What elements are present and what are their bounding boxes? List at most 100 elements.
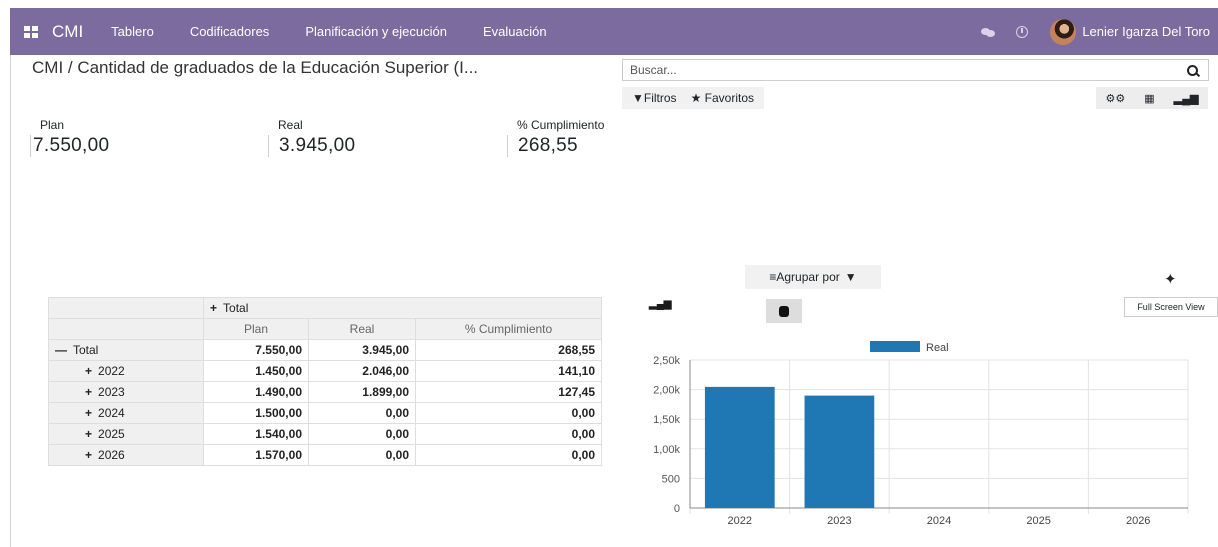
search-options: ▼Filtros ★ Favoritos	[622, 87, 765, 109]
expand-icon: +	[85, 427, 93, 441]
kpi-label: % Cumplimiento	[517, 118, 605, 132]
search-input[interactable]: Buscar...	[623, 63, 1187, 77]
cell-pct[interactable]: 141,10	[415, 360, 602, 382]
database-icon	[779, 305, 789, 317]
kpi-label: Real	[278, 118, 303, 132]
menu-evaluacion[interactable]: Evaluación	[483, 24, 547, 39]
dashboard-view-icon[interactable]: ⚙⚙	[1106, 92, 1126, 105]
cell-real[interactable]: 0,00	[308, 423, 416, 445]
expand-icon: +	[85, 385, 93, 399]
measure-header[interactable]: % Cumplimiento	[415, 318, 602, 340]
apps-menu-icon[interactable]	[24, 25, 38, 38]
expand-icon: +	[85, 448, 93, 462]
y-tick-label: 2,50k	[653, 355, 680, 367]
fullscreen-tooltip: Full Screen View	[1124, 297, 1218, 317]
cell-real[interactable]: 3.945,00	[308, 339, 416, 361]
table-row: +2022 1.450,00 2.046,00 141,10	[48, 360, 602, 382]
row-header[interactable]: +2022	[48, 360, 204, 382]
search-box[interactable]: Buscar...	[622, 59, 1209, 81]
menu-codificadores[interactable]: Codificadores	[190, 24, 270, 39]
table-row: +2024 1.500,00 0,00 0,00	[48, 402, 602, 424]
y-tick-label: 500	[662, 473, 680, 485]
x-tick-label: 2024	[927, 515, 951, 527]
cell-plan[interactable]: 1.450,00	[203, 360, 309, 382]
breadcrumb: CMI / Cantidad de graduados de la Educac…	[32, 58, 479, 77]
y-tick-label: 1,50k	[653, 414, 680, 426]
pivot-table: + Total Plan Real % Cumplimiento — Total 7…	[48, 297, 602, 466]
cell-pct[interactable]: 268,55	[415, 339, 602, 361]
measure-header[interactable]: Real	[308, 318, 416, 340]
activity-clock-icon[interactable]	[1016, 25, 1029, 38]
content-left-border	[10, 55, 11, 547]
pivot-corner	[48, 297, 204, 319]
kpi-value: 268,55	[507, 135, 604, 157]
table-row: — Total 7.550,00 3.945,00 268,55	[48, 339, 602, 361]
pivot-col-header-total[interactable]: + Total	[203, 297, 602, 319]
menu-tablero[interactable]: Tablero	[111, 24, 154, 39]
menu-planificacion[interactable]: Planificación y ejecución	[305, 24, 447, 39]
app-brand[interactable]: CMI	[52, 22, 83, 42]
kpi-label: Plan	[40, 118, 65, 132]
kpi-real: Real 3.945,00	[268, 118, 355, 157]
favorites-button[interactable]: ★ Favoritos	[691, 91, 754, 105]
cell-real[interactable]: 0,00	[308, 402, 416, 424]
cell-pct[interactable]: 127,45	[415, 381, 602, 403]
cell-pct[interactable]: 0,00	[415, 444, 602, 466]
search-icon[interactable]	[1187, 64, 1198, 76]
y-tick-label: 0	[674, 503, 680, 515]
x-tick-label: 2023	[827, 515, 851, 527]
cell-real[interactable]: 0,00	[308, 444, 416, 466]
top-navbar: CMI Tablero Codificadores Planificación …	[10, 8, 1218, 55]
table-row: +2026 1.570,00 0,00 0,00	[48, 444, 602, 466]
expand-icon: +	[210, 301, 218, 315]
row-header[interactable]: +2026	[48, 444, 204, 466]
x-tick-label: 2022	[728, 515, 752, 527]
stacked-toggle-button[interactable]	[766, 299, 802, 323]
star-icon: ★	[690, 91, 702, 105]
kpi-cumplimiento: % Cumplimiento 268,55	[507, 118, 604, 157]
x-tick-label: 2026	[1126, 515, 1150, 527]
row-header-total[interactable]: — Total	[48, 339, 204, 361]
caret-down-icon: ▼	[844, 270, 857, 284]
table-row: +2023 1.490,00 1.899,00 127,45	[48, 381, 602, 403]
cell-plan[interactable]: 1.490,00	[203, 381, 309, 403]
cell-pct[interactable]: 0,00	[415, 402, 602, 424]
cell-plan[interactable]: 1.540,00	[203, 423, 309, 445]
bar-2022	[704, 386, 775, 508]
filter-icon: ▼	[632, 91, 644, 105]
bar-chart-icon[interactable]: ▂▄▆	[649, 299, 671, 310]
row-header[interactable]: +2025	[48, 423, 204, 445]
cell-plan[interactable]: 1.570,00	[203, 444, 309, 466]
pivot-view-icon[interactable]: ▦	[1144, 92, 1154, 105]
cell-pct[interactable]: 0,00	[415, 423, 602, 445]
y-tick-label: 2,00k	[653, 385, 680, 397]
discuss-icon[interactable]	[981, 27, 996, 37]
table-row: +2025 1.540,00 0,00 0,00	[48, 423, 602, 445]
kpi-value: 3.945,00	[268, 135, 355, 157]
legend-label: Real	[926, 342, 949, 354]
cell-real[interactable]: 2.046,00	[308, 360, 416, 382]
user-avatar[interactable]	[1050, 18, 1077, 45]
x-tick-label: 2025	[1026, 515, 1050, 527]
legend-swatch	[870, 341, 920, 352]
filters-button[interactable]: ▼Filtros	[632, 91, 677, 105]
measure-header[interactable]: Plan	[203, 318, 309, 340]
expand-icon: +	[85, 364, 93, 378]
graph-view-icon[interactable]: ▂▄▆	[1174, 92, 1199, 105]
cell-plan[interactable]: 1.500,00	[203, 402, 309, 424]
collapse-icon: —	[55, 343, 67, 357]
row-header[interactable]: +2024	[48, 402, 204, 424]
y-tick-label: 1,00k	[653, 444, 680, 456]
cell-real[interactable]: 1.899,00	[308, 381, 416, 403]
row-header[interactable]: +2023	[48, 381, 204, 403]
kpi-plan: Plan 7.550,00	[30, 118, 109, 157]
fullscreen-icon[interactable]: ✦	[1164, 270, 1177, 288]
bar-2023	[804, 395, 875, 508]
view-switcher: ⚙⚙ ▦ ▂▄▆	[1096, 87, 1208, 109]
list-icon: ≡	[769, 270, 777, 284]
kpi-value: 7.550,00	[30, 135, 109, 157]
cell-plan[interactable]: 7.550,00	[203, 339, 309, 361]
user-name[interactable]: Lenier Igarza Del Toro	[1082, 24, 1210, 39]
group-by-button[interactable]: ≡ Agrupar por ▼	[745, 265, 881, 289]
expand-icon: +	[85, 406, 93, 420]
